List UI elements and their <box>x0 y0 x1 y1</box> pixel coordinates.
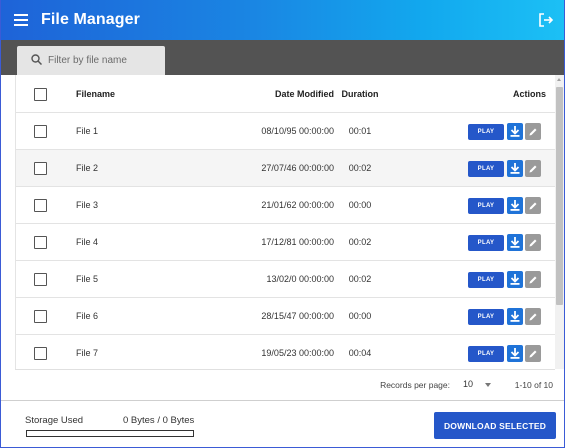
file-duration: 00:02 <box>348 237 372 247</box>
row-checkbox[interactable] <box>34 347 47 360</box>
app-bar: File Manager <box>1 0 564 40</box>
storage-used-label: Storage Used <box>25 415 84 426</box>
header-duration[interactable]: Duration <box>340 75 380 113</box>
scroll-up-arrow-icon[interactable] <box>557 78 561 81</box>
table-row: File 5 13/02/0 00:00:00 00:02 PLAY <box>16 261 555 298</box>
pencil-icon[interactable] <box>525 160 541 177</box>
header-filename[interactable]: Filename <box>76 75 115 113</box>
play-button[interactable]: PLAY <box>468 161 504 177</box>
file-date: 21/01/62 00:00:00 <box>261 200 334 210</box>
download-icon[interactable] <box>507 234 523 251</box>
filter-input[interactable] <box>48 55 158 66</box>
file-date: 28/15/47 00:00:00 <box>261 311 334 321</box>
logout-icon[interactable] <box>538 12 554 28</box>
file-date: 27/07/46 00:00:00 <box>261 163 334 173</box>
file-manager-app: File Manager Filename Date Modified Dura… <box>0 0 565 448</box>
file-duration: 00:01 <box>348 126 372 136</box>
download-icon[interactable] <box>507 345 523 362</box>
filter-bar <box>1 40 564 75</box>
file-duration: 00:04 <box>348 348 372 358</box>
play-button[interactable]: PLAY <box>468 309 504 325</box>
file-name: File 1 <box>76 126 99 136</box>
pencil-icon[interactable] <box>525 234 541 251</box>
table-row: File 1 08/10/95 00:00:00 00:01 PLAY <box>16 113 555 150</box>
row-checkbox[interactable] <box>34 273 47 286</box>
row-checkbox[interactable] <box>34 199 47 212</box>
play-button[interactable]: PLAY <box>468 346 504 362</box>
table-pagination: Records per page: 10 1-10 of 10 <box>15 369 555 400</box>
file-duration: 00:02 <box>348 274 372 284</box>
pagination-range: 1-10 of 10 <box>514 380 553 390</box>
file-duration: 00:00 <box>348 200 372 210</box>
table-scrollbar[interactable] <box>555 75 564 369</box>
file-table: Filename Date Modified Duration Actions … <box>15 75 555 369</box>
file-date: 19/05/23 00:00:00 <box>261 348 334 358</box>
table-header-row: Filename Date Modified Duration Actions <box>16 75 555 113</box>
file-name: File 7 <box>76 348 99 358</box>
play-button[interactable]: PLAY <box>468 124 504 140</box>
pencil-icon[interactable] <box>525 197 541 214</box>
menu-icon[interactable] <box>1 0 41 40</box>
download-icon[interactable] <box>507 123 523 140</box>
row-checkbox[interactable] <box>34 310 47 323</box>
pencil-icon[interactable] <box>525 345 541 362</box>
file-date: 08/10/95 00:00:00 <box>261 126 334 136</box>
filter-field[interactable] <box>17 46 165 75</box>
app-title: File Manager <box>41 11 141 28</box>
pencil-icon[interactable] <box>525 308 541 325</box>
download-icon[interactable] <box>507 308 523 325</box>
table-row: File 7 19/05/23 00:00:00 00:04 PLAY <box>16 335 555 369</box>
play-button[interactable]: PLAY <box>468 198 504 214</box>
file-date: 17/12/81 00:00:00 <box>261 237 334 247</box>
storage-used-value: 0 Bytes / 0 Bytes <box>123 415 195 426</box>
header-actions: Actions <box>512 89 546 99</box>
table-row: File 4 17/12/81 00:00:00 00:02 PLAY <box>16 224 555 261</box>
download-icon[interactable] <box>507 271 523 288</box>
file-date: 13/02/0 00:00:00 <box>266 274 334 284</box>
scroll-thumb[interactable] <box>556 87 563 305</box>
row-checkbox[interactable] <box>34 162 47 175</box>
file-duration: 00:02 <box>348 163 372 173</box>
download-icon[interactable] <box>507 197 523 214</box>
table-row: File 3 21/01/62 00:00:00 00:00 PLAY <box>16 187 555 224</box>
file-name: File 5 <box>76 274 99 284</box>
footer-divider <box>1 400 564 401</box>
pencil-icon[interactable] <box>525 271 541 288</box>
pencil-icon[interactable] <box>525 123 541 140</box>
chevron-down-icon[interactable] <box>485 383 491 387</box>
header-date-modified[interactable]: Date Modified <box>275 75 334 113</box>
file-name: File 3 <box>76 200 99 210</box>
file-duration: 00:00 <box>348 311 372 321</box>
search-icon <box>31 52 43 70</box>
play-button[interactable]: PLAY <box>468 235 504 251</box>
download-icon[interactable] <box>507 160 523 177</box>
play-button[interactable]: PLAY <box>468 272 504 288</box>
row-checkbox[interactable] <box>34 236 47 249</box>
records-per-page-label: Records per page: <box>380 380 450 390</box>
table-row: File 2 27/07/46 00:00:00 00:02 PLAY <box>16 150 555 187</box>
select-all-checkbox[interactable] <box>34 88 47 101</box>
file-name: File 4 <box>76 237 99 247</box>
row-checkbox[interactable] <box>34 125 47 138</box>
file-name: File 2 <box>76 163 99 173</box>
storage-progress-bar <box>26 430 194 437</box>
records-per-page-select[interactable]: 10 <box>463 379 473 389</box>
download-selected-button[interactable]: DOWNLOAD SELECTED <box>434 412 556 439</box>
table-row: File 6 28/15/47 00:00:00 00:00 PLAY <box>16 298 555 335</box>
file-name: File 6 <box>76 311 99 321</box>
